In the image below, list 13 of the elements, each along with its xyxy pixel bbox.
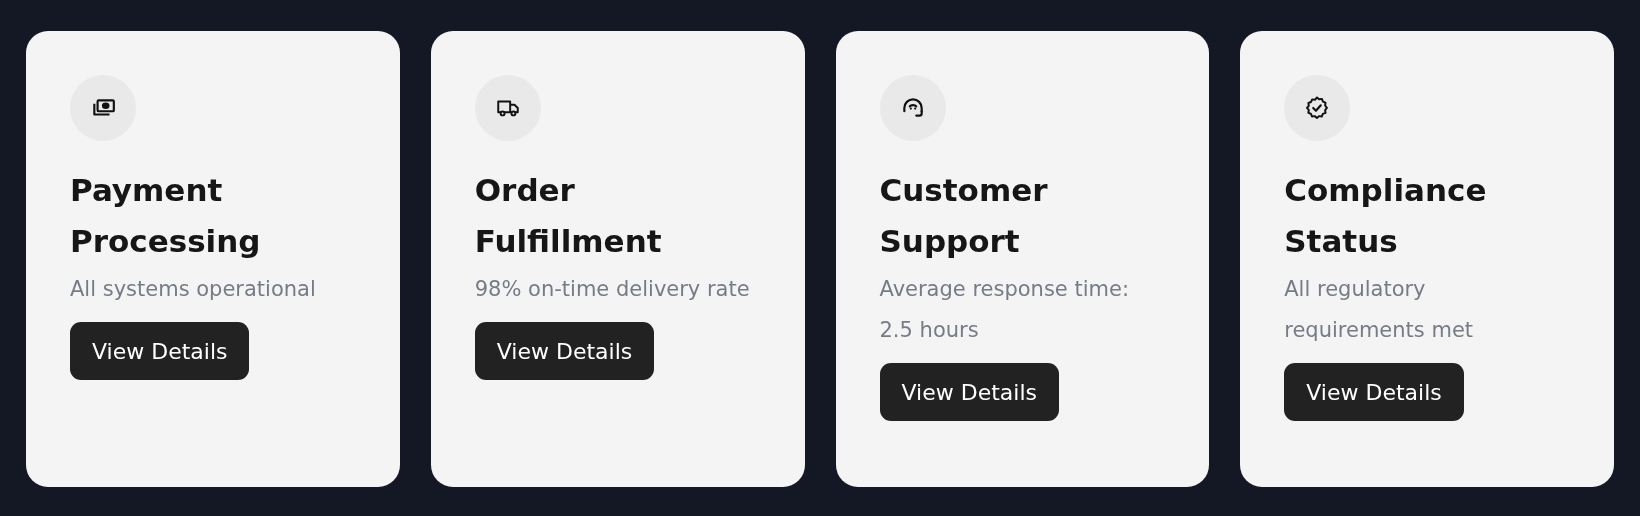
view-details-button[interactable]: View Details: [1284, 363, 1464, 421]
card-description: 98% on-time delivery rate: [474, 276, 750, 303]
view-details-button[interactable]: View Details: [70, 322, 250, 380]
card-title: Payment Processing: [70, 171, 262, 261]
card-description: All systems operational: [70, 276, 316, 303]
card-title: Customer Support: [879, 171, 1049, 261]
badge-check-icon: [1304, 95, 1331, 121]
card-title: Order Fulfillment: [474, 171, 663, 261]
card-description: Average response time: 2.5 hours: [879, 276, 1130, 344]
view-details-button[interactable]: View Details: [879, 363, 1059, 421]
card-title: Compliance Status: [1284, 171, 1488, 261]
view-details-button[interactable]: View Details: [474, 322, 655, 380]
card-description: All regulatory requirements met: [1284, 276, 1475, 344]
